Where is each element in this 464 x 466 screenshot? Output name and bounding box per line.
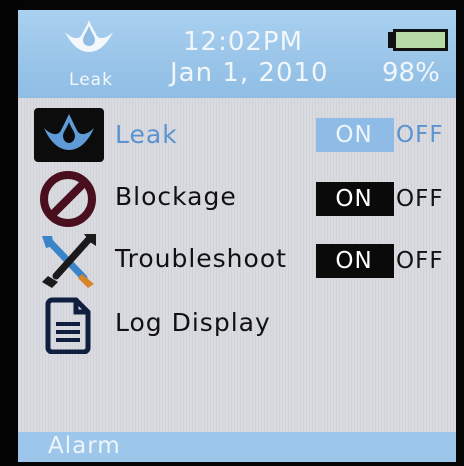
toggle-on-option[interactable]: ON: [316, 244, 392, 278]
toggle-off-option[interactable]: OFF: [394, 182, 456, 216]
footer-bar: Alarm: [18, 432, 456, 462]
menu-item-label: Log Display: [115, 308, 271, 337]
device-bezel-left: [0, 0, 18, 466]
toggle-on-option[interactable]: ON: [316, 182, 392, 216]
leak-toggle[interactable]: ON OFF: [316, 118, 456, 152]
water-drop-icon: [65, 20, 113, 52]
alarm-label[interactable]: Alarm: [48, 433, 121, 459]
toggle-on-option[interactable]: ON: [316, 118, 392, 152]
status-header: Leak 12:02PM Jan 1, 2010 98%: [18, 10, 456, 98]
device-screen: Leak 12:02PM Jan 1, 2010 98% Leak ON OFF: [18, 10, 456, 462]
clock-time: 12:02PM: [183, 27, 304, 57]
blockage-toggle[interactable]: ON OFF: [316, 182, 456, 216]
menu-item-label: Troubleshoot: [115, 244, 287, 273]
water-drop-icon: [34, 108, 104, 162]
menu-item-log-display[interactable]: Log Display: [18, 294, 456, 354]
document-icon: [45, 297, 91, 354]
toggle-off-option[interactable]: OFF: [394, 244, 456, 278]
menu-item-label: Leak: [115, 120, 178, 149]
clock-date: Jan 1, 2010: [170, 58, 329, 88]
toggle-off-option[interactable]: OFF: [394, 118, 456, 152]
troubleshoot-toggle[interactable]: ON OFF: [316, 244, 456, 278]
menu-item-troubleshoot[interactable]: Troubleshoot ON OFF: [18, 230, 456, 290]
menu-item-label: Blockage: [115, 182, 237, 211]
no-entry-icon: [40, 171, 96, 227]
device-bezel-top: [0, 0, 464, 10]
header-mode-label: Leak: [69, 70, 113, 90]
wrench-screwdriver-icon: [42, 234, 96, 288]
battery-percent: 98%: [382, 58, 440, 88]
menu-item-leak[interactable]: Leak ON OFF: [18, 106, 456, 166]
menu-item-blockage[interactable]: Blockage ON OFF: [18, 168, 456, 228]
battery-icon: [388, 29, 448, 51]
